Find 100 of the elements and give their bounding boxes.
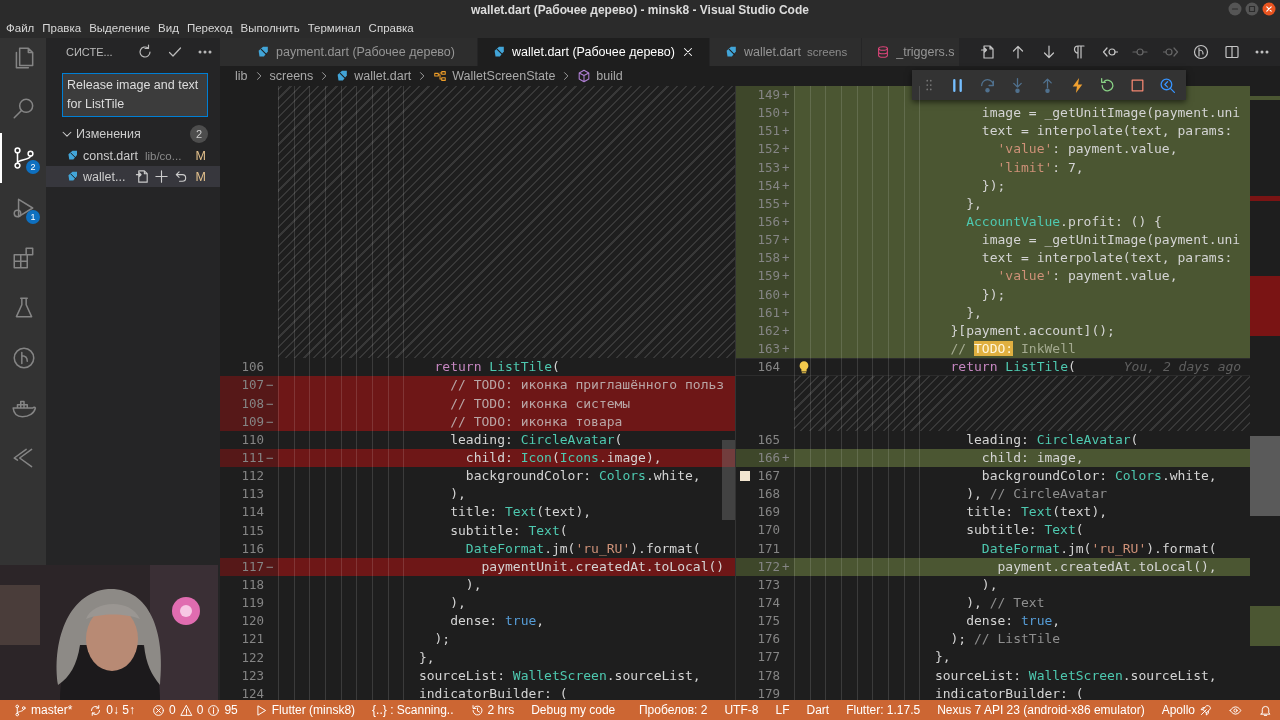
status-item[interactable]: Flutter: 1.17.5 <box>846 703 921 717</box>
bell-icon <box>1259 703 1272 717</box>
code-line: 'value': payment.value, <box>997 140 1178 159</box>
line-number: 154 <box>756 176 780 195</box>
code-line: paymentUnit.createdAt.toLocal() <box>481 557 725 576</box>
line-number: 171 <box>756 539 780 558</box>
status-item[interactable]: Debug my code <box>531 703 616 717</box>
tab-title: _triggers.s <box>896 45 955 59</box>
history-status[interactable]: 2 hrs <box>470 703 515 717</box>
change-sign: + <box>781 285 791 304</box>
plus-icon[interactable] <box>153 169 169 184</box>
menu-item[interactable]: Выделение <box>85 20 155 36</box>
menu-item[interactable]: Справка <box>364 20 418 36</box>
line-number: 116 <box>240 539 264 558</box>
change-sign: + <box>781 213 791 231</box>
menu-item[interactable]: Выполнить <box>236 20 304 36</box>
line-number: 166 <box>756 448 780 467</box>
status-item[interactable]: UTF-8 <box>724 703 759 717</box>
info-icon <box>207 703 221 717</box>
menu-item[interactable]: Правка <box>38 20 86 36</box>
breadcrumb-item[interactable]: build <box>596 69 623 83</box>
menu-item[interactable]: Переход <box>182 20 237 36</box>
change-sign: + <box>781 140 791 159</box>
code-line: }, <box>934 648 951 667</box>
code-line: indicatorBuilder: ( <box>934 684 1084 700</box>
change-sign: − <box>265 412 275 431</box>
panel-title: СИСТЕ... <box>66 46 113 58</box>
tab-title: wallet.dart (Рабочее дерево) <box>511 45 675 59</box>
code-line: // TODO: иконка системы <box>450 394 631 413</box>
restart-icon[interactable] <box>1099 76 1116 94</box>
code-line: DateFormat.jm('ru_RU').format( <box>465 539 701 558</box>
commit-message-field[interactable]: Release image and text for ListTile <box>62 73 208 117</box>
code-line: return ListTile( <box>434 358 560 377</box>
run-status[interactable]: Flutter (minsk8) <box>254 703 356 717</box>
changed-file-item[interactable]: const.dart lib/co... M <box>46 145 220 166</box>
branch-circle-icon <box>11 345 37 371</box>
close-icon[interactable] <box>1262 2 1276 16</box>
changed-file-item[interactable]: wallet... M <box>46 166 220 187</box>
line-number: 149 <box>756 86 780 104</box>
line-number: 112 <box>240 467 264 486</box>
change-sign: + <box>781 86 791 104</box>
status-item[interactable]: Dart <box>806 703 830 717</box>
count-badge: 2 <box>190 125 208 143</box>
sync-status[interactable]: 0↓ 5↑ <box>89 703 136 717</box>
refresh-icon[interactable] <box>136 44 153 60</box>
line-number: 161 <box>756 303 780 322</box>
rocket-status[interactable]: Apollo <box>1161 703 1212 717</box>
file-name: wallet... <box>83 169 126 184</box>
editor-tab[interactable]: wallet.dart screens <box>709 38 863 66</box>
status-item[interactable]: {..} : Scanning.. <box>372 703 454 717</box>
line-number: 172 <box>756 557 780 576</box>
line-number: 177 <box>756 648 780 667</box>
activity-bar-item[interactable]: 1 <box>0 183 46 233</box>
change-sign: + <box>781 267 791 286</box>
line-number: 124 <box>240 684 264 700</box>
editor-tab[interactable]: wallet.dart (Рабочее дерево) <box>477 38 710 66</box>
pilcrow-icon[interactable] <box>1071 44 1087 60</box>
editor-tab[interactable]: payment.dart (Рабочее дерево) <box>220 38 478 66</box>
eye-status[interactable] <box>1229 703 1242 717</box>
bell-status[interactable] <box>1259 703 1272 717</box>
breadcrumb-item[interactable]: WalletScreenState <box>452 69 556 83</box>
code-line: // TODO: иконка товара <box>450 412 623 431</box>
lightbulb-icon[interactable] <box>797 360 811 375</box>
status-item[interactable]: LF <box>775 703 790 717</box>
problems-status[interactable]: 0 0 95 <box>152 703 238 717</box>
line-number: 109 <box>240 412 264 431</box>
tab-description: screens <box>806 46 848 58</box>
split-editor-icon[interactable] <box>1223 44 1240 60</box>
magnifier-icon[interactable] <box>1159 76 1176 94</box>
breadcrumb-item[interactable]: wallet.dart <box>354 69 412 83</box>
menu-item[interactable]: Файл <box>2 20 39 36</box>
breadcrumb-item[interactable]: lib <box>235 69 248 83</box>
line-number: 175 <box>756 612 780 631</box>
menu-item[interactable]: Терминал <box>303 20 365 36</box>
change-sign: + <box>781 249 791 268</box>
menu-item[interactable]: Вид <box>154 20 183 36</box>
code-line: subtitle: Text( <box>450 521 568 540</box>
line-number: 168 <box>756 485 780 504</box>
code-line: AccountValue.profit: () { <box>966 213 1162 231</box>
compare-icon[interactable] <box>1193 44 1209 60</box>
line-number: 176 <box>756 630 780 649</box>
arrow-up-icon[interactable] <box>1010 44 1026 60</box>
code-line: }[payment.account](); <box>950 321 1115 340</box>
open-file-icon[interactable] <box>134 169 150 184</box>
branch-status[interactable]: master* <box>14 703 73 717</box>
change-sign: + <box>781 303 791 322</box>
blame-annotation: You, 2 days ago <box>1123 358 1242 377</box>
line-number: 111 <box>240 448 264 467</box>
editor-tab[interactable]: _triggers.s <box>862 38 960 66</box>
code-line: ), <box>450 485 466 504</box>
code-line: ), <box>450 594 466 613</box>
open-file-icon[interactable] <box>979 44 996 60</box>
status-item[interactable]: Пробелов: 2 <box>638 703 708 717</box>
branch-icon <box>14 703 27 717</box>
line-number: 123 <box>240 666 264 685</box>
scrollbar-thumb[interactable] <box>722 440 735 520</box>
change-sign: + <box>781 158 791 177</box>
status-item[interactable]: Nexus 7 API 23 (android-x86 emulator) <box>937 703 1145 717</box>
breadcrumb-item[interactable]: screens <box>269 69 314 83</box>
sync-icon <box>89 703 103 717</box>
